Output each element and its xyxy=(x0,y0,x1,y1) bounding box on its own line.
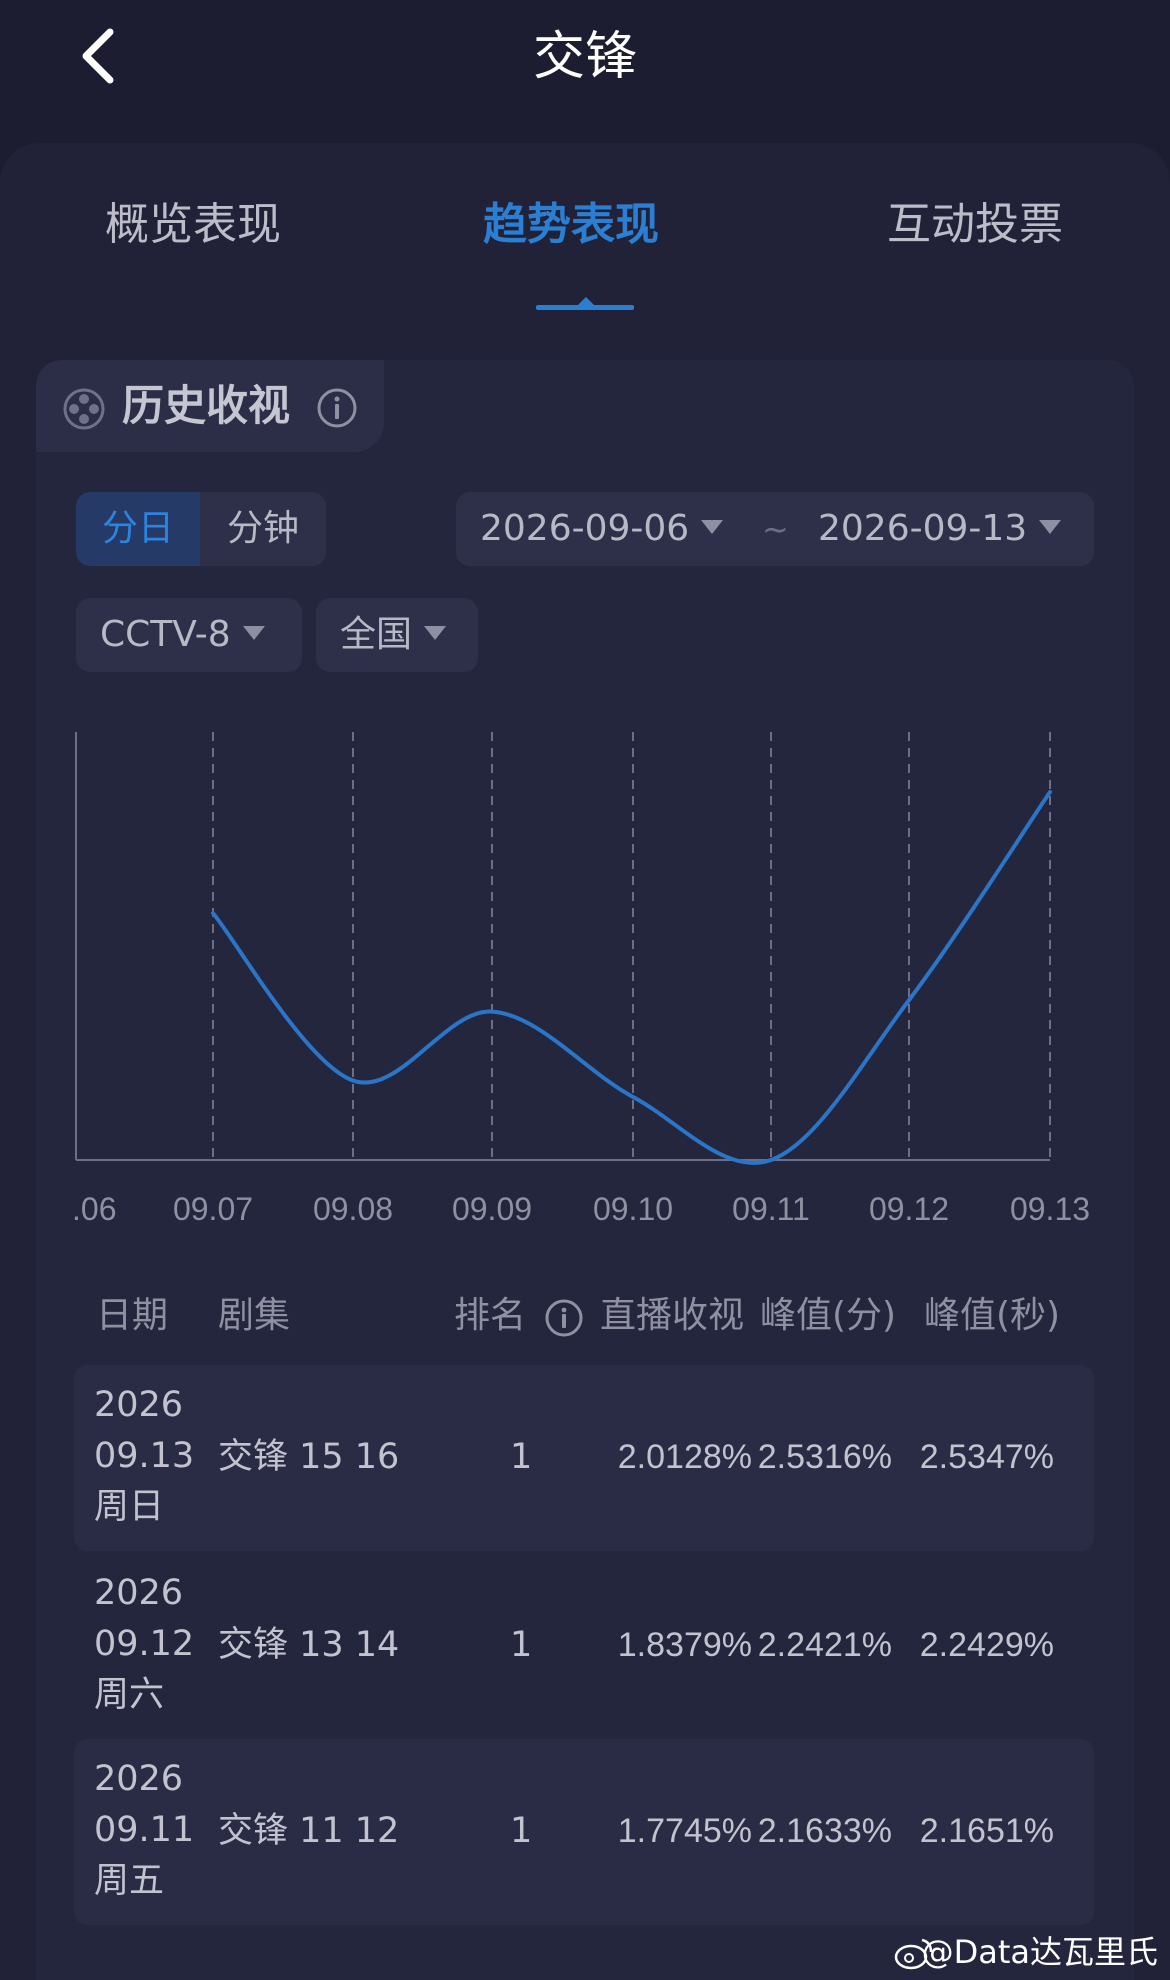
x-tick-label: .06 xyxy=(72,1191,116,1227)
row-live-rating: 1.8379% xyxy=(617,1626,752,1664)
page-title: 交锋 xyxy=(532,27,637,87)
row-episode: 交锋 13 14 xyxy=(218,1625,400,1665)
caret-down-icon xyxy=(1039,520,1062,534)
row-day: 09.13 xyxy=(94,1436,195,1476)
col-header-rank: 排名 xyxy=(454,1295,527,1336)
row-weekday: 周日 xyxy=(94,1487,165,1527)
x-tick-label: 09.09 xyxy=(452,1191,532,1227)
row-rank: 1 xyxy=(510,1625,533,1665)
row-rank: 1 xyxy=(510,1811,533,1851)
granularity-toggle: 分日 分钟 xyxy=(76,492,326,566)
date-range-picker: 2026-09-06 ~ 2026-09-13 xyxy=(456,492,1094,566)
start-date-select[interactable]: 2026-09-06 xyxy=(480,492,724,566)
col-header-peak-second: 峰值(秒) xyxy=(924,1295,1061,1336)
row-peak-second: 2.1651% xyxy=(919,1812,1054,1850)
x-tick-label: 09.08 xyxy=(313,1191,393,1227)
row-weekday: 周五 xyxy=(94,1861,165,1901)
row-peak-minute: 2.5316% xyxy=(757,1438,892,1476)
info-icon[interactable] xyxy=(544,1298,584,1338)
end-date-select[interactable]: 2026-09-13 xyxy=(818,492,1062,566)
watermark-text: @Data达瓦里氏 xyxy=(921,1933,1158,1971)
channel-select[interactable]: CCTV-8 xyxy=(76,598,302,672)
col-header-live-rating: 直播收视 xyxy=(600,1295,745,1336)
tab-indicator xyxy=(536,305,634,310)
col-header-episode: 剧集 xyxy=(218,1295,291,1336)
row-year: 2026 xyxy=(94,1759,184,1799)
x-tick-label: 09.13 xyxy=(1010,1191,1090,1227)
x-tick-label: 09.07 xyxy=(173,1191,253,1227)
top-bar: 交锋 xyxy=(0,0,1170,140)
row-date: 2026 09.11 周五 xyxy=(94,1754,204,1907)
series-line xyxy=(211,790,1052,1165)
row-year: 2026 xyxy=(94,1573,184,1613)
row-day: 09.11 xyxy=(94,1810,195,1850)
row-live-rating: 2.0128% xyxy=(617,1438,752,1476)
end-date-value: 2026-09-13 xyxy=(818,508,1028,549)
region-value: 全国 xyxy=(340,614,413,655)
daily-toggle-button[interactable]: 分日 xyxy=(76,492,200,566)
info-icon[interactable] xyxy=(316,387,358,429)
tab-vote[interactable]: 互动投票 xyxy=(887,195,1063,255)
row-peak-second: 2.5347% xyxy=(919,1438,1054,1476)
channel-value: CCTV-8 xyxy=(100,614,231,655)
x-tick-label: 09.12 xyxy=(869,1191,949,1227)
col-header-peak-minute: 峰值(分) xyxy=(760,1295,897,1336)
x-tick-label: 09.11 xyxy=(732,1191,810,1227)
row-episode: 交锋 11 12 xyxy=(218,1811,400,1851)
date-separator: ~ xyxy=(762,510,789,548)
row-live-rating: 1.7745% xyxy=(617,1812,752,1850)
start-date-value: 2026-09-06 xyxy=(480,508,690,549)
film-reel-icon xyxy=(63,388,105,430)
col-header-date: 日期 xyxy=(96,1295,169,1336)
caret-down-icon xyxy=(242,626,265,640)
row-day: 09.12 xyxy=(94,1624,195,1664)
section-title: 历史收视 xyxy=(122,381,291,430)
ratings-line-chart: .06 09.07 09.08 09.09 09.10 09.11 09.12 09.13 xyxy=(72,732,1090,1227)
tab-overview[interactable]: 概览表现 xyxy=(105,195,281,255)
row-episode: 交锋 15 16 xyxy=(218,1437,400,1477)
row-peak-second: 2.2429% xyxy=(919,1626,1054,1664)
x-tick-label: 09.10 xyxy=(593,1191,673,1227)
minute-toggle-button[interactable]: 分钟 xyxy=(200,492,326,566)
row-date: 2026 09.12 周六 xyxy=(94,1568,204,1721)
row-rank: 1 xyxy=(510,1437,533,1477)
row-date: 2026 09.13 周日 xyxy=(94,1380,204,1533)
caret-down-icon xyxy=(701,520,724,534)
tab-trend[interactable]: 趋势表现 xyxy=(483,195,659,255)
caret-down-icon xyxy=(424,626,447,640)
row-peak-minute: 2.1633% xyxy=(757,1812,892,1850)
row-weekday: 周六 xyxy=(94,1675,165,1715)
region-select[interactable]: 全国 xyxy=(316,598,478,672)
row-peak-minute: 2.2421% xyxy=(757,1626,892,1664)
row-year: 2026 xyxy=(94,1385,184,1425)
